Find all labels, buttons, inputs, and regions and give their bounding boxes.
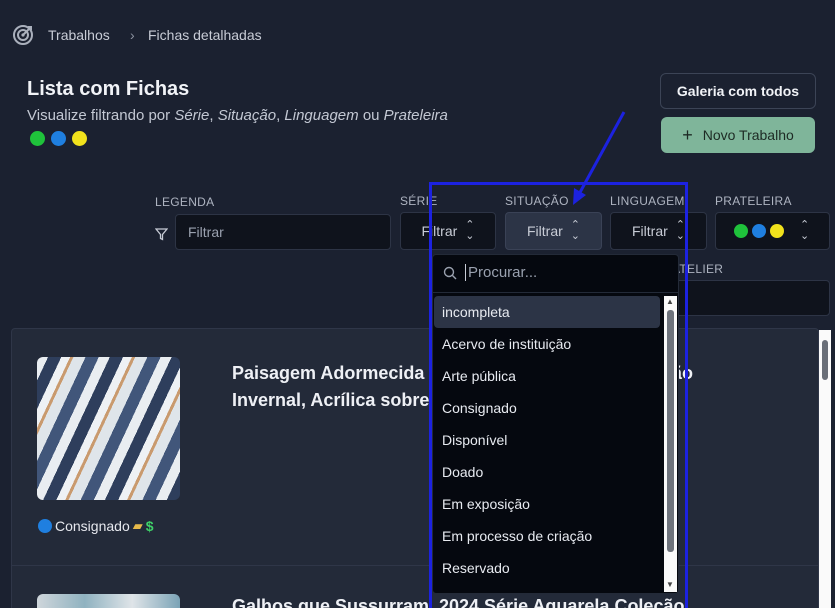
subtitle-term-situacao: Situação — [217, 107, 277, 124]
prateleira-label: PRATELEIRA — [715, 194, 792, 208]
page-title: Lista com Fichas — [27, 78, 190, 100]
subtitle-prefix: Visualize filtrando por — [27, 107, 171, 124]
yellow-dot — [72, 131, 87, 146]
gallery-button[interactable]: Galeria com todos — [660, 73, 816, 109]
card-title[interactable]: Galhos que Sussurram 2024 Série Aquarela… — [232, 596, 684, 608]
chevron-updown-icon: ⌃ ⌄ — [800, 219, 810, 242]
green-dot — [734, 224, 748, 238]
artwork-thumbnail[interactable] — [37, 357, 180, 500]
card-title-line2: Invernal, Acrílica sobre — [232, 390, 430, 410]
annotation-highlight-box — [429, 182, 688, 608]
status-legend-dots — [30, 131, 87, 146]
subtitle-or: ou — [362, 107, 380, 124]
artwork-thumbnail[interactable] — [37, 594, 180, 608]
target-logo-icon[interactable] — [12, 24, 34, 46]
breadcrumb-item-fichas: Fichas detalhadas — [148, 27, 262, 43]
atelier-filter-input[interactable] — [672, 280, 830, 316]
page-subtitle: Visualize filtrando por Série, Situação,… — [27, 107, 448, 124]
blue-dot — [752, 224, 766, 238]
new-work-button[interactable]: + Novo Trabalho — [661, 117, 815, 153]
card-title-line1: Paisagem Adormecida — [232, 363, 425, 383]
legenda-label: LEGENDA — [155, 195, 215, 209]
yellow-dot — [770, 224, 784, 238]
blue-dot — [51, 131, 66, 146]
currency-icon: $ — [145, 518, 154, 534]
page-scrollbar-thumb[interactable] — [822, 340, 828, 380]
blue-dot — [38, 519, 52, 533]
subtitle-term-prateleira: Prateleira — [383, 107, 448, 124]
card-divider — [12, 565, 818, 566]
card-status: Consignado ▰ $ — [38, 518, 154, 534]
card-title-start: Galhos que Sussurram — [232, 596, 430, 608]
breadcrumb-item-trabalhos[interactable]: Trabalhos — [48, 27, 110, 43]
green-dot — [30, 131, 45, 146]
new-work-label: Novo Trabalho — [702, 127, 794, 143]
subtitle-term-linguagem: Linguagem — [284, 107, 359, 124]
plus-icon: + — [682, 124, 693, 145]
annotation-arrow-icon — [573, 111, 626, 205]
prateleira-select[interactable]: ⌃ ⌄ — [715, 212, 830, 250]
funnel-icon — [155, 228, 168, 241]
subtitle-term-serie: Série — [174, 107, 210, 124]
legenda-filter-input[interactable]: Filtrar — [175, 214, 391, 250]
breadcrumb-separator: › — [130, 27, 135, 43]
folder-icon: ▰ — [132, 518, 143, 533]
card-status-label: Consignado — [55, 518, 130, 534]
